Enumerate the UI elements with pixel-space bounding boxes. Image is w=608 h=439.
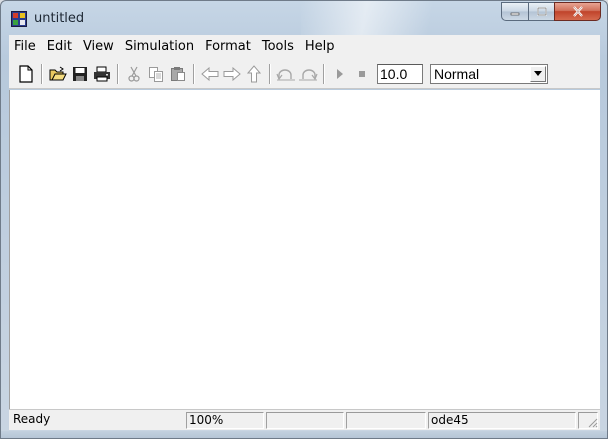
window-bottom-border: [1, 431, 607, 438]
print-icon: [94, 66, 110, 81]
paste-button[interactable]: [167, 63, 189, 85]
toolbar-separator: [117, 63, 119, 84]
title-bar[interactable]: untitled: [1, 1, 607, 35]
maximize-button[interactable]: [528, 2, 554, 21]
status-bar: Ready 100% ode45: [9, 409, 600, 430]
back-button[interactable]: [199, 63, 221, 85]
model-canvas[interactable]: [9, 90, 600, 409]
maximize-icon: [536, 7, 547, 16]
open-icon: [49, 66, 67, 80]
window-title: untitled: [34, 11, 85, 26]
menu-help[interactable]: Help: [300, 35, 341, 59]
menu-edit[interactable]: Edit: [42, 35, 78, 59]
menu-bar: File Edit View Simulation Format Tools H…: [9, 35, 600, 59]
redo-button[interactable]: [297, 63, 319, 85]
toolbar-separator: [41, 63, 43, 84]
simulation-mode-value: Normal: [434, 65, 480, 82]
menu-tools[interactable]: Tools: [257, 35, 300, 59]
up-icon: [247, 64, 261, 82]
chevron-down-icon: [534, 71, 542, 76]
dropdown-arrow-button[interactable]: [530, 65, 546, 82]
open-button[interactable]: [47, 63, 69, 85]
stop-simulation-icon: [359, 70, 365, 77]
forward-icon: [223, 66, 241, 81]
copy-icon: [149, 66, 163, 82]
save-icon: [73, 66, 87, 81]
stop-simulation-button[interactable]: [351, 63, 373, 85]
menu-simulation[interactable]: Simulation: [120, 35, 200, 59]
up-button[interactable]: [243, 63, 265, 85]
toolbar-separator: [193, 63, 195, 84]
resize-grip[interactable]: [586, 416, 598, 428]
status-text: Ready: [13, 412, 51, 426]
start-simulation-button[interactable]: [329, 63, 351, 85]
back-icon: [201, 66, 219, 81]
status-solver: ode45: [428, 412, 576, 429]
paste-icon: [171, 66, 185, 81]
simulink-app-icon: [11, 11, 27, 27]
stop-time-input[interactable]: 10.0: [377, 63, 423, 84]
toolbar: 10.0 Normal: [9, 59, 600, 89]
simulation-mode-select[interactable]: Normal: [430, 63, 548, 84]
model-window: untitled File Edit View Simulation Forma…: [0, 0, 608, 439]
status-zoom: 100%: [186, 412, 264, 429]
minimize-icon: [510, 12, 520, 15]
menu-format[interactable]: Format: [200, 35, 257, 59]
menu-view[interactable]: View: [78, 35, 120, 59]
status-cell-4: [346, 412, 426, 429]
toolbar-separator: [269, 63, 271, 84]
close-button[interactable]: [554, 2, 601, 21]
forward-button[interactable]: [221, 63, 243, 85]
close-icon: [572, 6, 583, 17]
new-icon: [19, 64, 33, 83]
print-button[interactable]: [91, 63, 113, 85]
undo-button[interactable]: [275, 63, 297, 85]
cut-button[interactable]: [123, 63, 145, 85]
start-simulation-icon: [337, 68, 343, 79]
copy-button[interactable]: [145, 63, 167, 85]
minimize-button[interactable]: [501, 2, 528, 21]
resize-grip-icon: [588, 418, 598, 428]
caption-buttons: [501, 2, 601, 22]
undo-icon: [276, 68, 295, 80]
toolbar-separator: [323, 63, 325, 84]
status-cell-3: [266, 412, 344, 429]
cut-icon: [128, 66, 140, 82]
redo-icon: [299, 68, 318, 80]
new-model-button[interactable]: [15, 63, 37, 85]
save-button[interactable]: [69, 63, 91, 85]
menu-file[interactable]: File: [9, 35, 42, 59]
